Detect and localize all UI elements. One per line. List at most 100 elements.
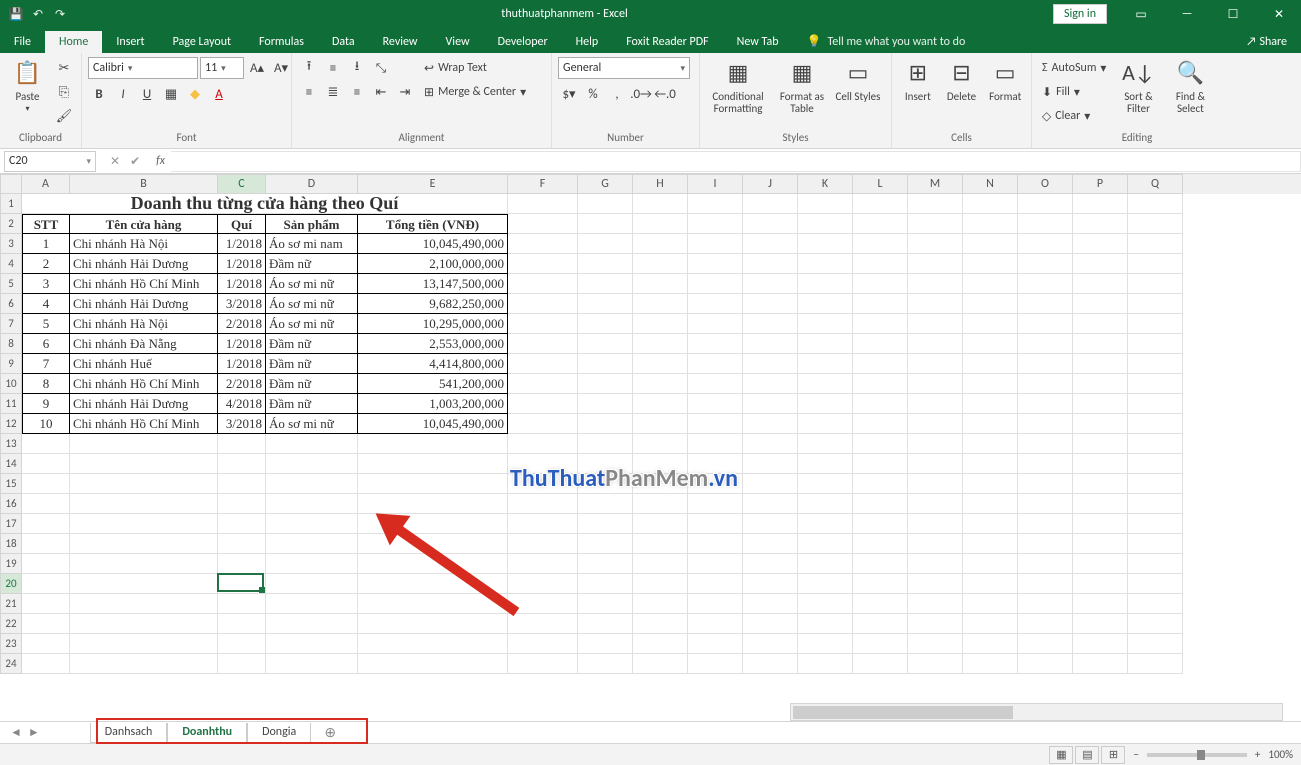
tab-developer[interactable]: Developer: [484, 31, 562, 53]
zoom-slider[interactable]: [1147, 753, 1247, 757]
cell-J19[interactable]: [743, 554, 798, 574]
format-as-table-button[interactable]: ▦Format as Table: [774, 57, 830, 115]
cell-A6[interactable]: 4: [22, 294, 70, 314]
cell-B9[interactable]: Chi nhánh Huế: [70, 354, 218, 374]
align-left-icon[interactable]: ≡: [298, 81, 320, 103]
paste-button[interactable]: 📋Paste▾: [6, 57, 49, 114]
cell-P5[interactable]: [1073, 274, 1128, 294]
row-header-1[interactable]: 1: [0, 194, 22, 214]
cell-E8[interactable]: 2,553,000,000: [358, 334, 508, 354]
cell-D2[interactable]: Sản phẩm: [266, 214, 358, 234]
cell-H7[interactable]: [633, 314, 688, 334]
sort-filter-button[interactable]: A↓Sort & Filter: [1114, 57, 1162, 115]
cell-G4[interactable]: [578, 254, 633, 274]
cell-G8[interactable]: [578, 334, 633, 354]
cell-O23[interactable]: [1018, 634, 1073, 654]
fill-button[interactable]: ⬇Fill▾: [1038, 81, 1110, 103]
cell-C4[interactable]: 1/2018: [218, 254, 266, 274]
comma-icon[interactable]: ,: [606, 83, 628, 105]
cell-O17[interactable]: [1018, 514, 1073, 534]
fill-color-button[interactable]: ◆: [184, 83, 206, 105]
cell-N2[interactable]: [963, 214, 1018, 234]
cell-L23[interactable]: [853, 634, 908, 654]
page-layout-view-icon[interactable]: ▤: [1075, 746, 1099, 764]
cell-I6[interactable]: [688, 294, 743, 314]
cell-Q15[interactable]: [1128, 474, 1183, 494]
cell-L5[interactable]: [853, 274, 908, 294]
cell-Q13[interactable]: [1128, 434, 1183, 454]
cell-B19[interactable]: [70, 554, 218, 574]
cell-D11[interactable]: Đầm nữ: [266, 394, 358, 414]
cell-H22[interactable]: [633, 614, 688, 634]
autosum-button[interactable]: ΣAutoSum▾: [1038, 57, 1110, 79]
bold-button[interactable]: B: [88, 83, 110, 105]
row-header-20[interactable]: 20: [0, 574, 22, 594]
cell-P2[interactable]: [1073, 214, 1128, 234]
cell-D13[interactable]: [266, 434, 358, 454]
cell-I11[interactable]: [688, 394, 743, 414]
cell-A1[interactable]: Doanh thu từng cửa hàng theo Quí: [22, 194, 508, 214]
cell-H21[interactable]: [633, 594, 688, 614]
cell-E11[interactable]: 1,003,200,000: [358, 394, 508, 414]
row-header-17[interactable]: 17: [0, 514, 22, 534]
cell-O22[interactable]: [1018, 614, 1073, 634]
cell-F5[interactable]: [508, 274, 578, 294]
cell-B22[interactable]: [70, 614, 218, 634]
cell-P22[interactable]: [1073, 614, 1128, 634]
cell-K21[interactable]: [798, 594, 853, 614]
cell-D24[interactable]: [266, 654, 358, 674]
cell-I20[interactable]: [688, 574, 743, 594]
cell-P14[interactable]: [1073, 454, 1128, 474]
cell-E3[interactable]: 10,045,490,000: [358, 234, 508, 254]
tab-file[interactable]: File: [0, 31, 45, 53]
ribbon-options-icon[interactable]: ▭: [1119, 0, 1163, 28]
cell-D8[interactable]: Đầm nữ: [266, 334, 358, 354]
enter-formula-icon[interactable]: ✔: [130, 154, 140, 169]
cell-C3[interactable]: 1/2018: [218, 234, 266, 254]
cell-O5[interactable]: [1018, 274, 1073, 294]
cell-M3[interactable]: [908, 234, 963, 254]
cell-N13[interactable]: [963, 434, 1018, 454]
sheet-nav-next-icon[interactable]: ►: [28, 725, 40, 740]
col-header-D[interactable]: D: [266, 174, 358, 194]
col-header-B[interactable]: B: [70, 174, 218, 194]
cell-C9[interactable]: 1/2018: [218, 354, 266, 374]
cell-F13[interactable]: [508, 434, 578, 454]
row-header-7[interactable]: 7: [0, 314, 22, 334]
cell-D12[interactable]: Áo sơ mi nữ: [266, 414, 358, 434]
cell-E15[interactable]: [358, 474, 508, 494]
increase-font-icon[interactable]: A▴: [246, 57, 268, 79]
cell-M16[interactable]: [908, 494, 963, 514]
cell-F12[interactable]: [508, 414, 578, 434]
zoom-in-icon[interactable]: +: [1255, 748, 1260, 761]
cell-N1[interactable]: [963, 194, 1018, 214]
cell-A21[interactable]: [22, 594, 70, 614]
cell-K11[interactable]: [798, 394, 853, 414]
cell-K2[interactable]: [798, 214, 853, 234]
cell-K7[interactable]: [798, 314, 853, 334]
cell-O1[interactable]: [1018, 194, 1073, 214]
cell-L7[interactable]: [853, 314, 908, 334]
cell-G20[interactable]: [578, 574, 633, 594]
cell-O7[interactable]: [1018, 314, 1073, 334]
cell-P10[interactable]: [1073, 374, 1128, 394]
cell-M22[interactable]: [908, 614, 963, 634]
increase-indent-icon[interactable]: ⇥: [394, 81, 416, 103]
cell-K10[interactable]: [798, 374, 853, 394]
cell-J20[interactable]: [743, 574, 798, 594]
tab-newtab[interactable]: New Tab: [723, 31, 793, 53]
cell-I10[interactable]: [688, 374, 743, 394]
cell-A11[interactable]: 9: [22, 394, 70, 414]
cell-L15[interactable]: [853, 474, 908, 494]
cell-L20[interactable]: [853, 574, 908, 594]
cell-L17[interactable]: [853, 514, 908, 534]
row-header-12[interactable]: 12: [0, 414, 22, 434]
cell-C7[interactable]: 2/2018: [218, 314, 266, 334]
cell-P15[interactable]: [1073, 474, 1128, 494]
cell-Q19[interactable]: [1128, 554, 1183, 574]
cell-P24[interactable]: [1073, 654, 1128, 674]
cell-A7[interactable]: 5: [22, 314, 70, 334]
cell-L14[interactable]: [853, 454, 908, 474]
cell-G2[interactable]: [578, 214, 633, 234]
cell-B17[interactable]: [70, 514, 218, 534]
